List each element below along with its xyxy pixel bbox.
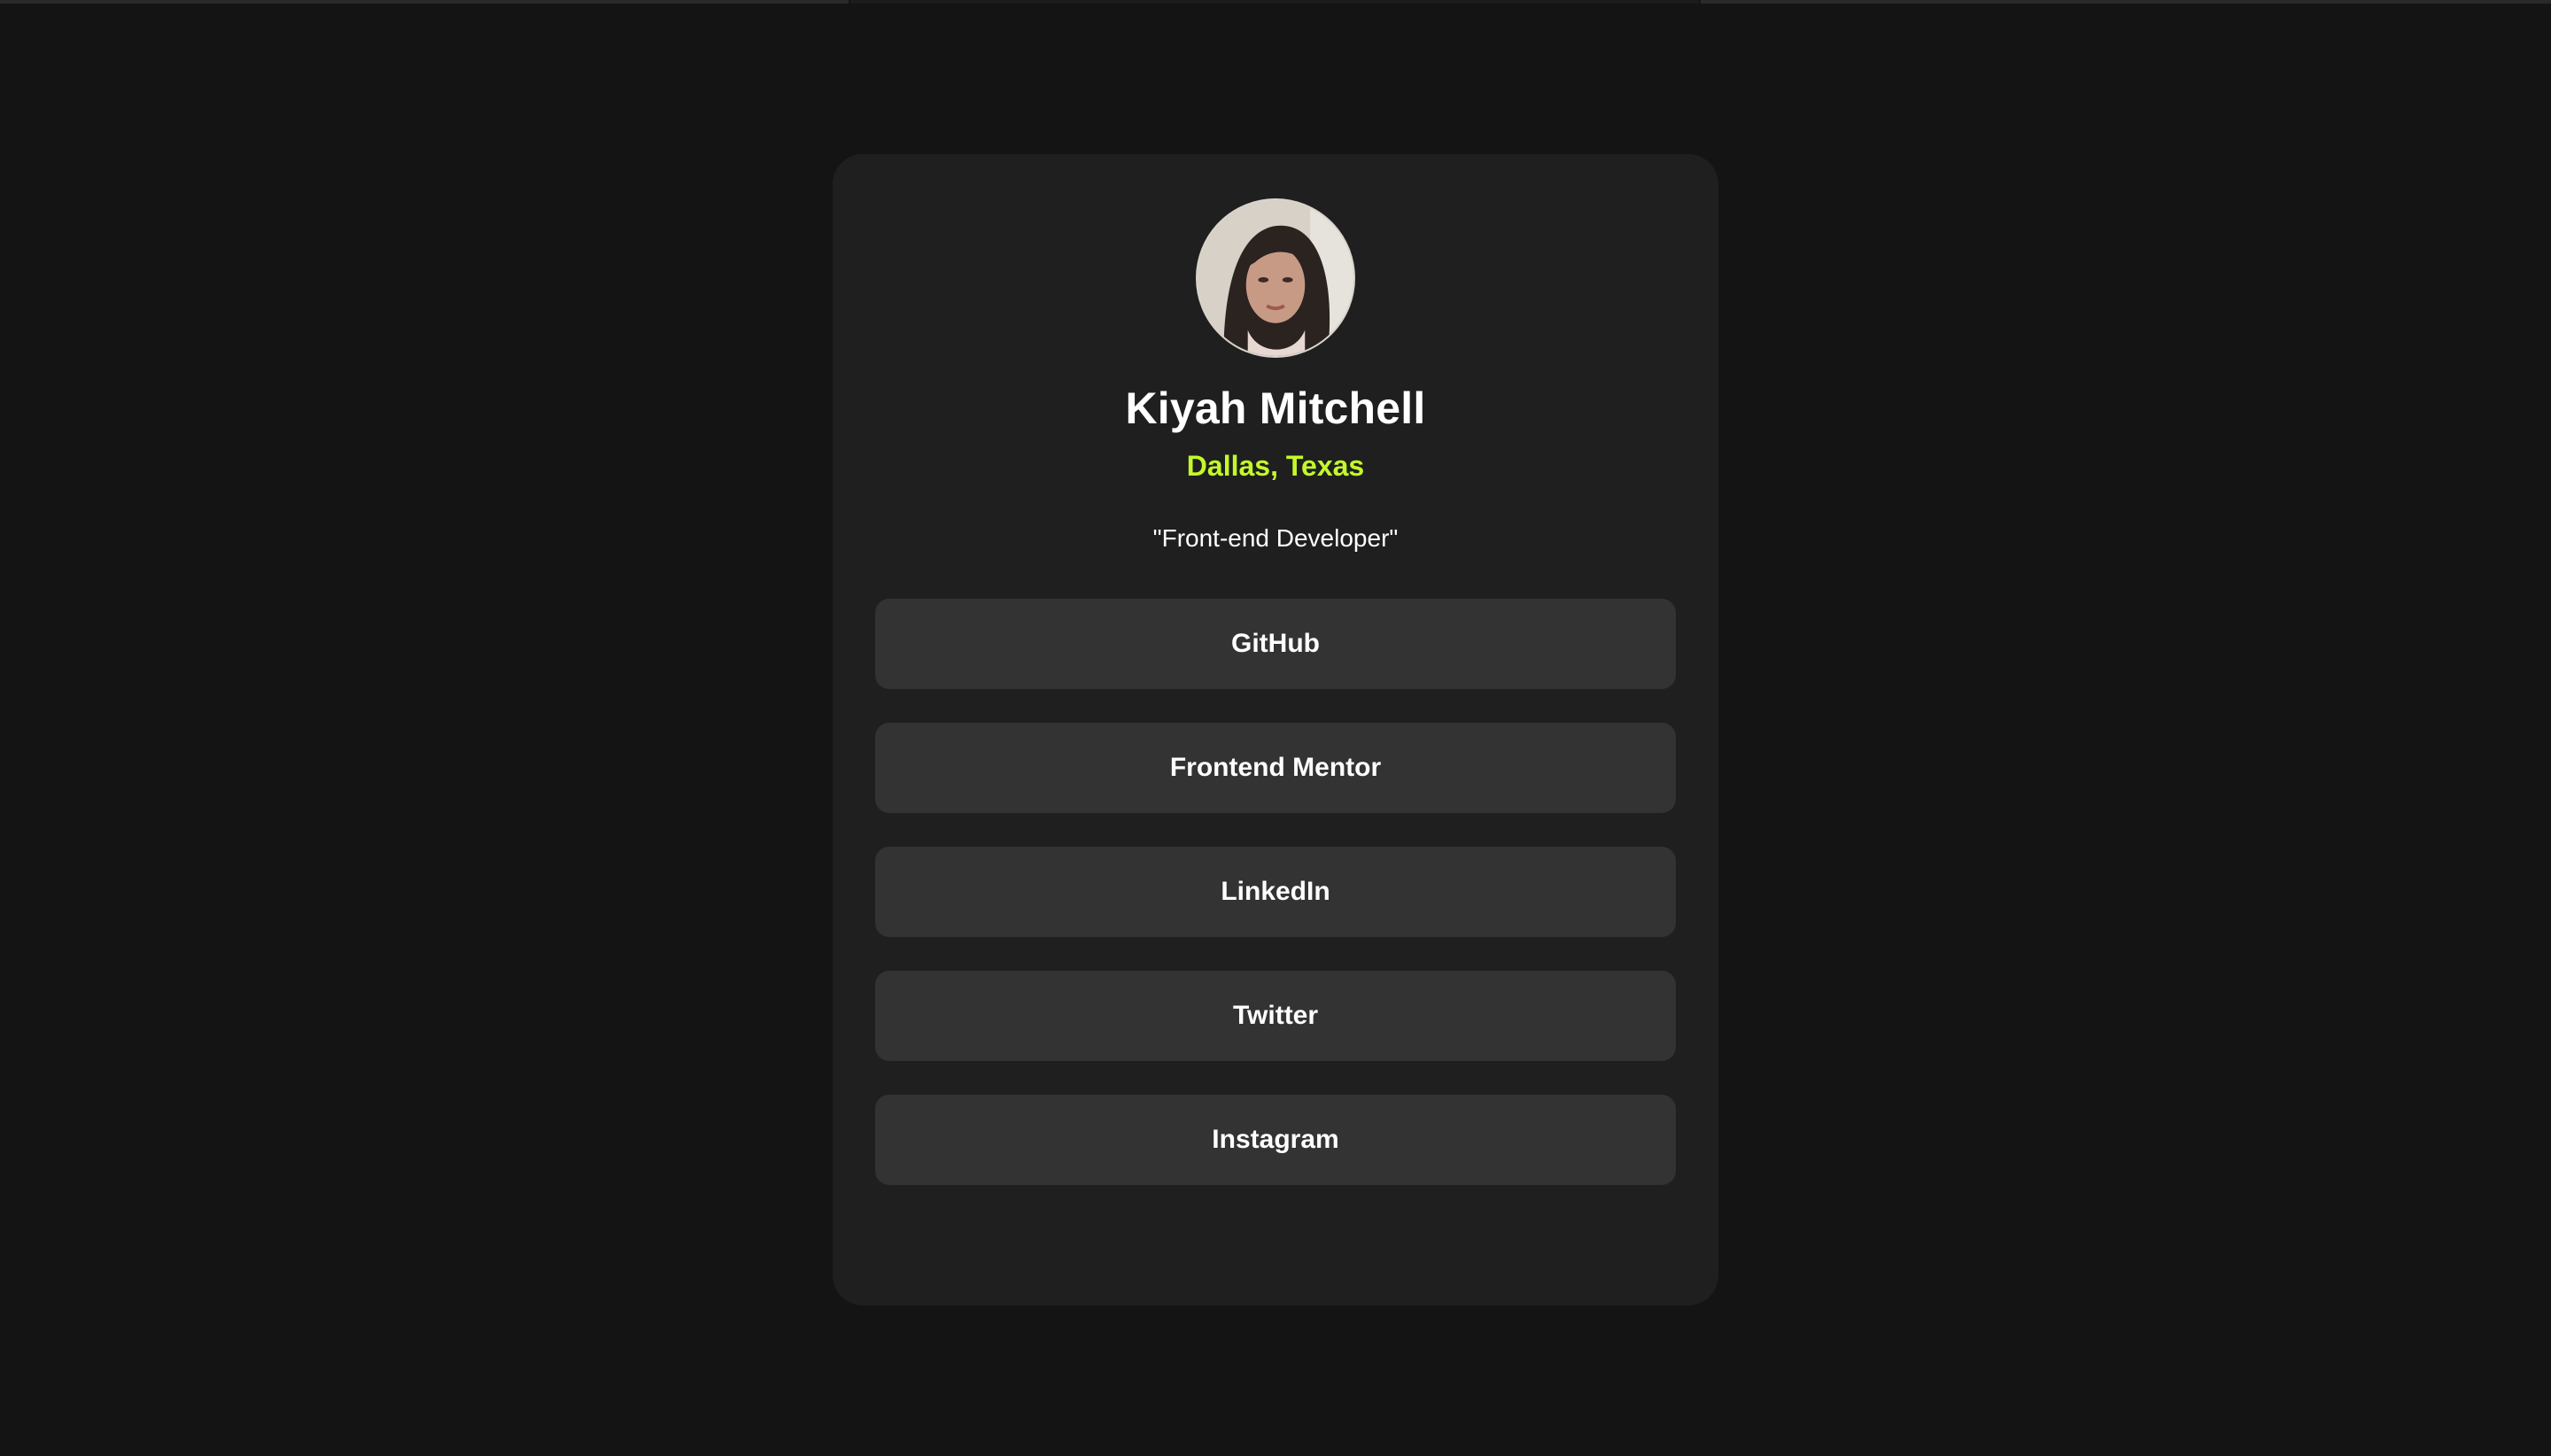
top-strip-segment: [850, 0, 1699, 4]
avatar: [1196, 198, 1355, 358]
profile-card: Kiyah Mitchell Dallas, Texas "Front-end …: [833, 154, 1718, 1305]
instagram-link-button[interactable]: Instagram: [875, 1095, 1676, 1185]
profile-location: Dallas, Texas: [1186, 450, 1365, 482]
profile-name: Kiyah Mitchell: [1125, 383, 1426, 433]
social-links: GitHub Frontend Mentor LinkedIn Twitter …: [875, 599, 1676, 1185]
top-strip-segment: [1701, 0, 2551, 4]
linkedin-link-button[interactable]: LinkedIn: [875, 847, 1676, 937]
twitter-link-button[interactable]: Twitter: [875, 971, 1676, 1061]
top-border-strip: [0, 0, 2551, 4]
github-link-button[interactable]: GitHub: [875, 599, 1676, 689]
frontend-mentor-link-button[interactable]: Frontend Mentor: [875, 723, 1676, 813]
top-strip-segment: [0, 0, 849, 4]
profile-photo-icon: [1198, 200, 1353, 356]
profile-bio: "Front-end Developer": [1152, 524, 1399, 552]
